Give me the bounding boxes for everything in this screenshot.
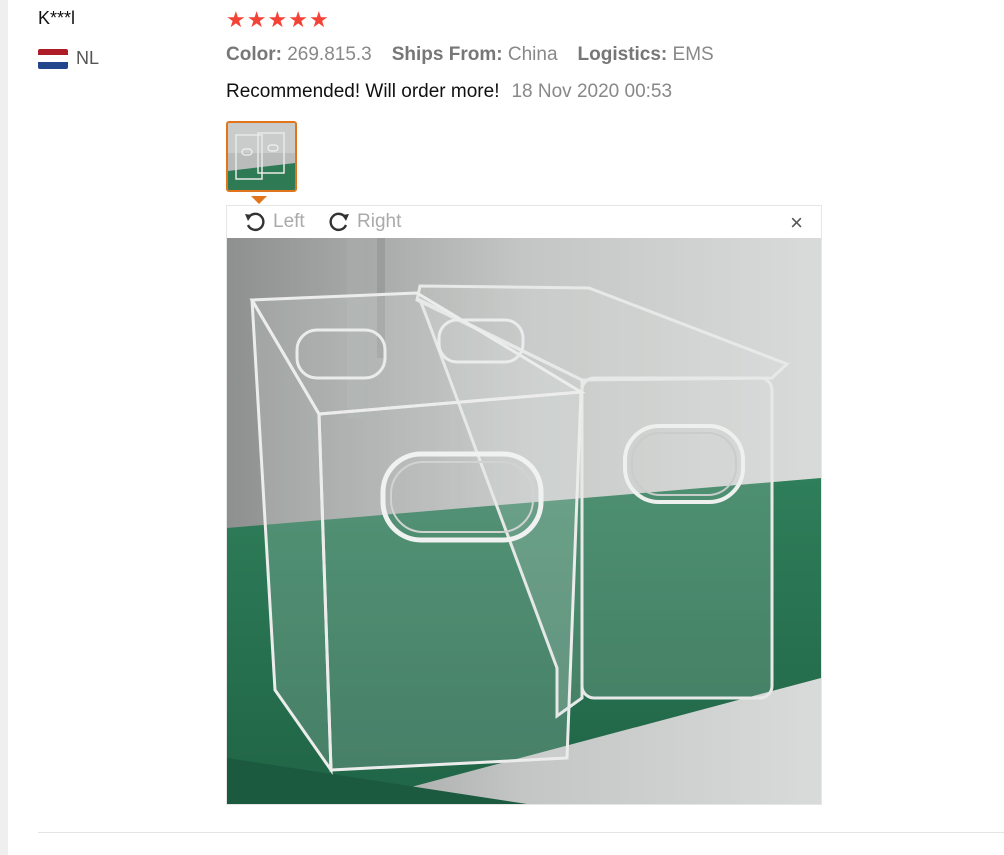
image-viewer: Left Right × [226, 205, 822, 805]
meta-ships-from: Ships From: China [391, 44, 558, 65]
country-code: NL [76, 48, 100, 68]
thumbnail-image [228, 123, 295, 190]
review-photo-thumbnail[interactable] [226, 121, 297, 192]
thumbnail-pointer [251, 196, 267, 204]
star-rating: ★ ★ ★ ★ ★ [226, 6, 329, 34]
order-meta: Color: 269.815.3 Ships From: China Logis… [226, 44, 714, 66]
rotate-left-label: Left [273, 211, 305, 232]
left-edge [0, 0, 8, 855]
review-date: 18 Nov 2020 00:53 [511, 81, 673, 102]
rotate-right-icon [329, 212, 349, 232]
rotate-right-button[interactable]: Right [327, 206, 401, 238]
star-icon: ★ [246, 7, 267, 32]
review-text: Recommended! Will order more! [226, 81, 500, 102]
section-divider [38, 832, 1004, 833]
review-photo [227, 238, 821, 804]
star-icon: ★ [308, 7, 329, 32]
review-line: Recommended! Will order more! 18 Nov 202… [226, 81, 672, 103]
star-icon: ★ [267, 7, 288, 32]
reviewer-name: K***l [38, 8, 76, 28]
netherlands-flag-icon [38, 48, 68, 69]
rotate-left-button[interactable]: Left [243, 206, 305, 238]
reviewer-country: NL [38, 48, 99, 69]
viewer-toolbar: Left Right × [227, 206, 821, 238]
meta-logistics: Logistics: EMS [577, 44, 714, 65]
star-icon: ★ [226, 7, 246, 32]
review-photo-image [227, 238, 821, 804]
rotate-left-icon [245, 212, 265, 232]
close-icon[interactable]: × [790, 210, 803, 236]
meta-color: Color: 269.815.3 [226, 44, 372, 65]
star-icon: ★ [288, 7, 308, 32]
rotate-right-label: Right [357, 211, 402, 232]
